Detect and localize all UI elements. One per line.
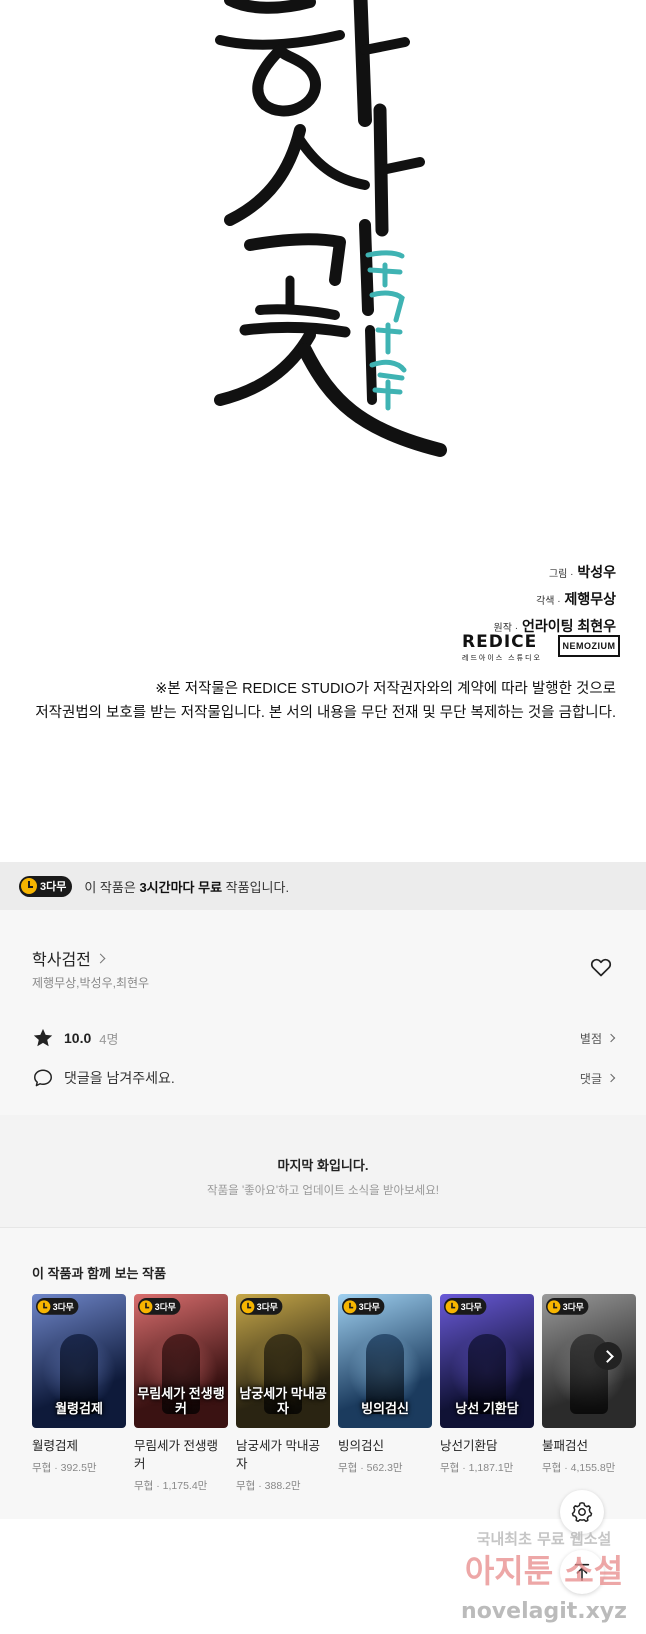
chevron-right-icon xyxy=(606,1073,616,1083)
work-authors: 제행무상,박성우,최현우 xyxy=(32,976,150,990)
copyright-notice: ※본 저작물은 REDICE STUDIO가 저작권자와의 계약에 따라 발행한… xyxy=(35,681,616,721)
free-schedule-banner: 3다무 이 작품은 3시간마다 무료 작품입니다. xyxy=(0,862,646,910)
recommendation-title: 월령검제 xyxy=(32,1439,79,1453)
cover-title: 빙의검신 xyxy=(361,1401,409,1416)
cover-title: 무림세가 전생랭커 xyxy=(137,1386,225,1416)
clock-icon xyxy=(445,1300,459,1313)
recommendation-title: 빙의검신 xyxy=(338,1439,385,1453)
rating-row: 10.0 4명 별점 xyxy=(32,1026,616,1050)
recommendations-section: 이 작품과 함께 보는 작품 3다무 월령검제 월령검제 무협 · 392.5만 3다무… xyxy=(0,1227,646,1519)
recommendation-title: 남궁세가 막내공자 xyxy=(236,1439,320,1471)
last-episode-title: 마지막 화입니다. xyxy=(277,1158,369,1173)
free-badge: 3다무 xyxy=(36,1298,79,1315)
free-badge: 3다무 xyxy=(342,1298,385,1315)
recommendations-list: 3다무 월령검제 월령검제 무협 · 392.5만 3다무 무림세가 전생랭커 무림세가 전… xyxy=(32,1294,646,1504)
cover-image: 3다무 xyxy=(542,1294,636,1428)
rating-count: 4명 xyxy=(99,1031,119,1047)
carousel-next-button[interactable] xyxy=(594,1342,622,1370)
comment-row[interactable]: 댓글을 남겨주세요. 댓글 xyxy=(32,1066,616,1090)
cover-image: 3다무무림세가 전생랭커 xyxy=(134,1294,228,1428)
recommendation-card[interactable]: 3다무낭선 기환담낭선기환담무협 · 1,187.1만 xyxy=(440,1294,534,1475)
clock-icon xyxy=(21,878,37,894)
recommendation-card[interactable]: 3다무 월령검제 월령검제 무협 · 392.5만 xyxy=(32,1294,126,1475)
episode-artwork: 그림 · 박성우 각색 · 제행무상 원작 · 언라이팅 최현우 REDICE … xyxy=(0,0,646,860)
recommendation-meta: 무협 · 4,155.8만 xyxy=(542,1462,616,1474)
free-badge: 3다무 xyxy=(546,1298,589,1315)
chevron-right-icon xyxy=(95,953,106,963)
banner-text: 이 작품은 3시간마다 무료 작품입니다. xyxy=(84,879,290,895)
free-badge: 3다무 xyxy=(138,1298,181,1315)
heart-icon[interactable] xyxy=(589,955,613,979)
cover-title: 낭선 기환담 xyxy=(455,1401,519,1416)
credit-line: 각색 · 제행무상 xyxy=(536,591,616,607)
recommendation-title: 무림세가 전생랭커 xyxy=(134,1439,218,1471)
recommendation-meta: 무협 · 562.3만 xyxy=(338,1462,403,1474)
cover-image: 3다무빙의검신 xyxy=(338,1294,432,1428)
recommendation-meta: 무협 · 1,175.4만 xyxy=(134,1480,208,1492)
site-watermark: 국내최초 무료 웹소설 아지툰 소설 novelagit.xyz xyxy=(461,1530,627,1624)
clock-icon xyxy=(37,1300,51,1313)
chevron-right-icon xyxy=(606,1033,616,1043)
recommendation-title: 불패검선 xyxy=(542,1439,589,1453)
recommendation-meta: 무협 · 1,187.1만 xyxy=(440,1462,514,1474)
last-episode-notice: 마지막 화입니다. 작품을 '좋아요'하고 업데이트 소식을 받아보세요! xyxy=(0,1115,646,1227)
cover-image: 3다무월령검제 xyxy=(32,1294,126,1428)
work-info-card: 학사검전 제행무상,박성우,최현우 10.0 4명 별점 댓글을 남겨주세요. … xyxy=(0,910,646,1115)
arrow-up-icon xyxy=(574,1563,590,1582)
clock-icon xyxy=(139,1300,153,1313)
nemozium-logo: NEMOZIUM xyxy=(558,635,620,657)
free-badge: 3다무 xyxy=(444,1298,487,1315)
recommendation-title: 낭선기환담 xyxy=(440,1439,498,1453)
recommendation-card[interactable]: 3다무불패검선무협 · 4,155.8만 xyxy=(542,1294,636,1475)
publisher-logos: REDICE 레드아이스 스튜디오 NEMOZIUM xyxy=(462,632,622,666)
title-calligraphy xyxy=(214,0,447,457)
recommendation-meta: 무협 · 388.2만 xyxy=(236,1480,301,1492)
comment-icon xyxy=(34,1069,52,1087)
clock-icon xyxy=(241,1300,255,1313)
star-icon xyxy=(33,1028,53,1047)
rating-score: 10.0 xyxy=(64,1030,92,1046)
settings-icon xyxy=(571,1502,593,1523)
rate-link[interactable]: 별점 xyxy=(580,1030,616,1047)
cover-title: 월령검제 xyxy=(55,1401,103,1416)
recommendation-meta: 무협 · 392.5만 xyxy=(32,1462,97,1474)
credit-line: 그림 · 박성우 xyxy=(548,564,616,580)
cover-title: 남궁세가 막내공자 xyxy=(239,1386,327,1416)
credits: 그림 · 박성우 각색 · 제행무상 원작 · 언라이팅 최현우 xyxy=(494,560,616,641)
settings-button[interactable] xyxy=(560,1490,604,1534)
comment-prompt: 댓글을 남겨주세요. xyxy=(64,1070,175,1086)
comment-link[interactable]: 댓글 xyxy=(580,1070,616,1087)
watermark-line3: novelagit.xyz xyxy=(461,1599,627,1624)
recommendation-card[interactable]: 3다무 남궁세가 막내공자 남궁세가 막내공자 무협 · 388.2만 xyxy=(236,1294,330,1493)
recommendation-card[interactable]: 3다무 무림세가 전생랭커 무림세가 전생랭커 무협 · 1,175.4만 xyxy=(134,1294,228,1493)
recommendation-card[interactable]: 3다무 빙의검신 빙의검신 무협 · 562.3만 xyxy=(338,1294,432,1475)
recommendations-heading: 이 작품과 함께 보는 작품 xyxy=(32,1266,167,1281)
clock-icon xyxy=(547,1300,561,1313)
work-title-link[interactable]: 학사검전 xyxy=(32,946,106,970)
scroll-top-button[interactable] xyxy=(560,1550,604,1594)
watermark-line1: 국내최초 무료 웹소설 xyxy=(477,1530,612,1548)
free-badge: 3다무 xyxy=(240,1298,283,1315)
last-episode-subtitle: 작품을 '좋아요'하고 업데이트 소식을 받아보세요! xyxy=(207,1185,439,1197)
redice-logo: REDICE 레드아이스 스튜디오 xyxy=(462,632,542,662)
cover-image: 3다무남궁세가 막내공자 xyxy=(236,1294,330,1428)
free-badge: 3다무 xyxy=(19,875,73,897)
cover-image: 3다무낭선 기환담 xyxy=(440,1294,534,1428)
clock-icon xyxy=(343,1300,357,1313)
